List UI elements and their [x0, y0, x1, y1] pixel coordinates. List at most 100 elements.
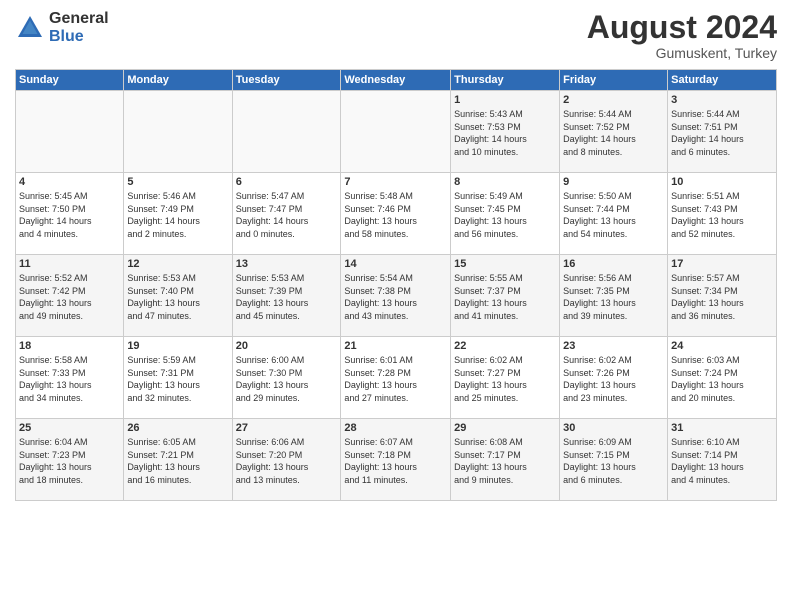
- calendar-cell: [16, 91, 124, 173]
- day-number: 14: [344, 258, 447, 270]
- day-number: 18: [19, 340, 120, 352]
- main-title: August 2024: [587, 10, 777, 45]
- day-info: Sunrise: 5:47 AM Sunset: 7:47 PM Dayligh…: [236, 190, 338, 240]
- day-info: Sunrise: 5:45 AM Sunset: 7:50 PM Dayligh…: [19, 190, 120, 240]
- calendar-cell: 19 Sunrise: 5:59 AM Sunset: 7:31 PM Dayli…: [124, 337, 232, 419]
- day-number: 11: [19, 258, 120, 270]
- day-number: 6: [236, 176, 338, 188]
- calendar-cell: 25 Sunrise: 6:04 AM Sunset: 7:23 PM Dayli…: [16, 419, 124, 501]
- calendar-table: SundayMondayTuesdayWednesdayThursdayFrid…: [15, 69, 777, 501]
- calendar-day-header: Saturday: [668, 70, 777, 91]
- logo-blue-text: Blue: [49, 28, 109, 46]
- day-info: Sunrise: 5:55 AM Sunset: 7:37 PM Dayligh…: [454, 272, 556, 322]
- calendar-cell: 9Sunrise: 5:50 AM Sunset: 7:44 PM Daylig…: [560, 173, 668, 255]
- day-number: 1: [454, 94, 556, 106]
- calendar-cell: 31 Sunrise: 6:10 AM Sunset: 7:14 PM Dayli…: [668, 419, 777, 501]
- day-info: Sunrise: 6:03 AM Sunset: 7:24 PM Dayligh…: [671, 354, 773, 404]
- calendar-cell: [232, 91, 341, 173]
- day-number: 2: [563, 94, 664, 106]
- calendar-cell: 24Sunrise: 6:03 AM Sunset: 7:24 PM Dayli…: [668, 337, 777, 419]
- day-number: 30: [563, 422, 664, 434]
- calendar-day-header: Thursday: [451, 70, 560, 91]
- day-info: Sunrise: 6:04 AM Sunset: 7:23 PM Dayligh…: [19, 436, 120, 486]
- day-number: 31: [671, 422, 773, 434]
- day-info: Sunrise: 6:10 AM Sunset: 7:14 PM Dayligh…: [671, 436, 773, 486]
- calendar-cell: 20 Sunrise: 6:00 AM Sunset: 7:30 PM Dayli…: [232, 337, 341, 419]
- calendar-week-row: 1 Sunrise: 5:43 AM Sunset: 7:53 PM Daylig…: [16, 91, 777, 173]
- calendar-cell: [124, 91, 232, 173]
- day-info: Sunrise: 5:48 AM Sunset: 7:46 PM Dayligh…: [344, 190, 447, 240]
- day-number: 19: [127, 340, 228, 352]
- day-number: 7: [344, 176, 447, 188]
- day-number: 16: [563, 258, 664, 270]
- logo: General Blue: [15, 10, 109, 45]
- calendar-cell: 15 Sunrise: 5:55 AM Sunset: 7:37 PM Dayli…: [451, 255, 560, 337]
- day-number: 21: [344, 340, 447, 352]
- day-info: Sunrise: 6:02 AM Sunset: 7:26 PM Dayligh…: [563, 354, 664, 404]
- day-info: Sunrise: 5:44 AM Sunset: 7:52 PM Dayligh…: [563, 108, 664, 158]
- calendar-week-row: 11 Sunrise: 5:52 AM Sunset: 7:42 PM Dayli…: [16, 255, 777, 337]
- calendar-cell: 21 Sunrise: 6:01 AM Sunset: 7:28 PM Dayli…: [341, 337, 451, 419]
- day-number: 4: [19, 176, 120, 188]
- day-number: 5: [127, 176, 228, 188]
- calendar-cell: 27 Sunrise: 6:06 AM Sunset: 7:20 PM Dayli…: [232, 419, 341, 501]
- calendar-cell: 23 Sunrise: 6:02 AM Sunset: 7:26 PM Dayli…: [560, 337, 668, 419]
- day-number: 3: [671, 94, 773, 106]
- day-number: 27: [236, 422, 338, 434]
- day-info: Sunrise: 6:02 AM Sunset: 7:27 PM Dayligh…: [454, 354, 556, 404]
- header: General Blue August 2024 Gumuskent, Turk…: [15, 10, 777, 61]
- day-info: Sunrise: 5:51 AM Sunset: 7:43 PM Dayligh…: [671, 190, 773, 240]
- calendar-day-header: Monday: [124, 70, 232, 91]
- logo-icon: [15, 13, 45, 43]
- day-number: 26: [127, 422, 228, 434]
- day-number: 20: [236, 340, 338, 352]
- day-info: Sunrise: 6:06 AM Sunset: 7:20 PM Dayligh…: [236, 436, 338, 486]
- day-info: Sunrise: 5:44 AM Sunset: 7:51 PM Dayligh…: [671, 108, 773, 158]
- day-info: Sunrise: 5:53 AM Sunset: 7:40 PM Dayligh…: [127, 272, 228, 322]
- calendar-cell: 4 Sunrise: 5:45 AM Sunset: 7:50 PM Daylig…: [16, 173, 124, 255]
- calendar-cell: 26Sunrise: 6:05 AM Sunset: 7:21 PM Dayli…: [124, 419, 232, 501]
- day-number: 17: [671, 258, 773, 270]
- day-number: 8: [454, 176, 556, 188]
- day-number: 15: [454, 258, 556, 270]
- day-info: Sunrise: 5:56 AM Sunset: 7:35 PM Dayligh…: [563, 272, 664, 322]
- calendar-cell: 6 Sunrise: 5:47 AM Sunset: 7:47 PM Daylig…: [232, 173, 341, 255]
- day-number: 13: [236, 258, 338, 270]
- day-info: Sunrise: 6:00 AM Sunset: 7:30 PM Dayligh…: [236, 354, 338, 404]
- title-area: August 2024 Gumuskent, Turkey: [587, 10, 777, 61]
- day-number: 12: [127, 258, 228, 270]
- day-info: Sunrise: 6:09 AM Sunset: 7:15 PM Dayligh…: [563, 436, 664, 486]
- logo-text: General Blue: [49, 10, 109, 45]
- day-info: Sunrise: 5:52 AM Sunset: 7:42 PM Dayligh…: [19, 272, 120, 322]
- day-info: Sunrise: 5:59 AM Sunset: 7:31 PM Dayligh…: [127, 354, 228, 404]
- day-number: 25: [19, 422, 120, 434]
- subtitle: Gumuskent, Turkey: [587, 45, 777, 61]
- logo-general-text: General: [49, 10, 109, 28]
- calendar-week-row: 18 Sunrise: 5:58 AM Sunset: 7:33 PM Dayli…: [16, 337, 777, 419]
- day-number: 22: [454, 340, 556, 352]
- day-info: Sunrise: 5:43 AM Sunset: 7:53 PM Dayligh…: [454, 108, 556, 158]
- calendar-cell: 17Sunrise: 5:57 AM Sunset: 7:34 PM Dayli…: [668, 255, 777, 337]
- calendar-cell: 14Sunrise: 5:54 AM Sunset: 7:38 PM Dayli…: [341, 255, 451, 337]
- calendar-cell: 29 Sunrise: 6:08 AM Sunset: 7:17 PM Dayli…: [451, 419, 560, 501]
- day-number: 28: [344, 422, 447, 434]
- calendar-cell: 3 Sunrise: 5:44 AM Sunset: 7:51 PM Daylig…: [668, 91, 777, 173]
- day-number: 23: [563, 340, 664, 352]
- calendar-cell: 1 Sunrise: 5:43 AM Sunset: 7:53 PM Daylig…: [451, 91, 560, 173]
- calendar-cell: 12 Sunrise: 5:53 AM Sunset: 7:40 PM Dayli…: [124, 255, 232, 337]
- day-number: 29: [454, 422, 556, 434]
- calendar-cell: [341, 91, 451, 173]
- calendar-week-row: 25 Sunrise: 6:04 AM Sunset: 7:23 PM Dayli…: [16, 419, 777, 501]
- calendar-day-header: Friday: [560, 70, 668, 91]
- day-info: Sunrise: 6:01 AM Sunset: 7:28 PM Dayligh…: [344, 354, 447, 404]
- calendar-header-row: SundayMondayTuesdayWednesdayThursdayFrid…: [16, 70, 777, 91]
- day-info: Sunrise: 5:53 AM Sunset: 7:39 PM Dayligh…: [236, 272, 338, 322]
- calendar-cell: 5Sunrise: 5:46 AM Sunset: 7:49 PM Daylig…: [124, 173, 232, 255]
- day-info: Sunrise: 6:08 AM Sunset: 7:17 PM Dayligh…: [454, 436, 556, 486]
- day-info: Sunrise: 6:07 AM Sunset: 7:18 PM Dayligh…: [344, 436, 447, 486]
- calendar-day-header: Tuesday: [232, 70, 341, 91]
- calendar-cell: 16 Sunrise: 5:56 AM Sunset: 7:35 PM Dayli…: [560, 255, 668, 337]
- day-info: Sunrise: 5:58 AM Sunset: 7:33 PM Dayligh…: [19, 354, 120, 404]
- calendar-cell: 18 Sunrise: 5:58 AM Sunset: 7:33 PM Dayli…: [16, 337, 124, 419]
- day-info: Sunrise: 5:50 AM Sunset: 7:44 PM Dayligh…: [563, 190, 664, 240]
